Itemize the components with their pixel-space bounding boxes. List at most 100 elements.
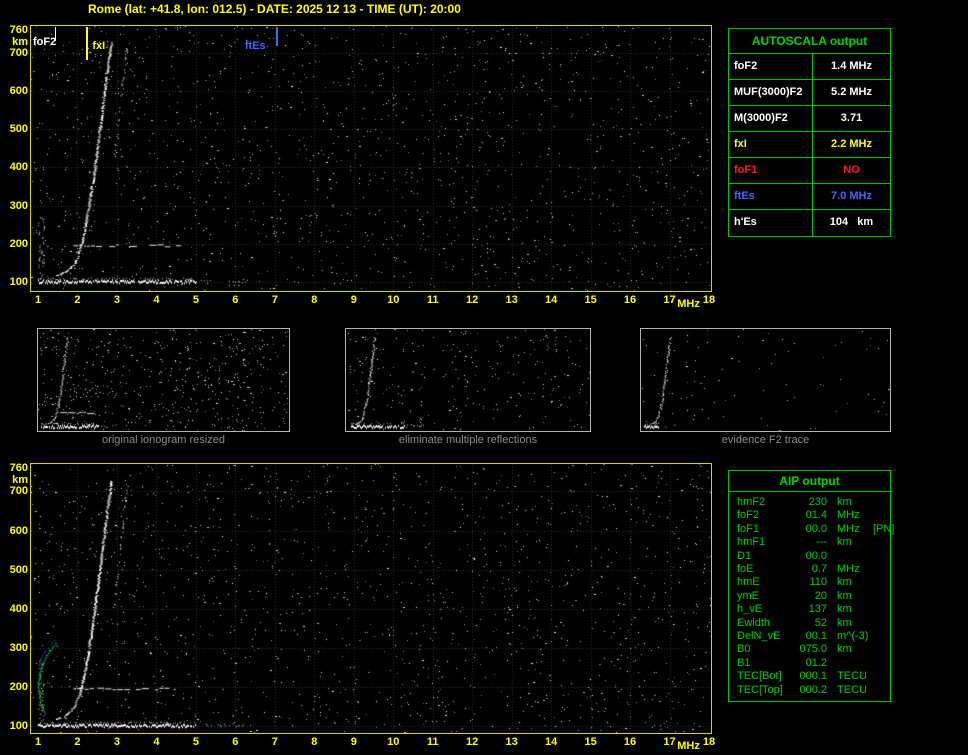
x-axis-label: 2 bbox=[66, 736, 88, 748]
autoscala-row: MUF(3000)F25.2 MHz bbox=[729, 80, 890, 106]
y-axis-label: 760 bbox=[2, 462, 28, 474]
autoscala-row: h'Es104 km bbox=[729, 210, 890, 236]
aip-extra bbox=[871, 496, 890, 509]
thumbnail-evidence-f2 bbox=[640, 328, 891, 432]
x-axis-label: 15 bbox=[580, 294, 602, 306]
aip-row: foF201.4MHz bbox=[729, 509, 890, 522]
aip-output-rows: hmF2230kmfoF201.4MHzfoF100.0MHz[PN]hmF1-… bbox=[729, 496, 890, 697]
thumbnail-original-canvas bbox=[38, 329, 289, 431]
ionogram-top: foF2fxIftEs bbox=[30, 25, 712, 292]
autoscala-row-label: MUF(3000)F2 bbox=[729, 80, 813, 105]
aip-unit: km bbox=[827, 536, 871, 549]
aip-lab: foF2 bbox=[737, 509, 793, 522]
aip-lab: hmE bbox=[737, 576, 793, 589]
autoscala-row: ftEs7.0 MHz bbox=[729, 184, 890, 210]
y-axis-label: 400 bbox=[2, 161, 28, 173]
fxi-marker-line bbox=[86, 27, 88, 60]
aip-unit: km bbox=[827, 603, 871, 616]
x-axis-label: 9 bbox=[343, 294, 365, 306]
x-axis-label: 13 bbox=[501, 294, 523, 306]
y-axis-label: 600 bbox=[2, 525, 28, 537]
autoscala-row: foF21.4 MHz bbox=[729, 54, 890, 80]
aip-row: TEC[Bot]000.1TECU bbox=[729, 670, 890, 683]
aip-val: 075.0 bbox=[793, 643, 827, 656]
aip-row: hmE110km bbox=[729, 576, 890, 589]
aip-val: 110 bbox=[793, 576, 827, 589]
aip-row: DelN_vE00.1m^(-3) bbox=[729, 630, 890, 643]
fof2-marker-label: foF2 bbox=[33, 36, 56, 48]
aip-extra bbox=[871, 684, 890, 697]
aip-val: 00.1 bbox=[793, 630, 827, 643]
x-axis-label: 12 bbox=[461, 294, 483, 306]
aip-row: hmF1---km bbox=[729, 536, 890, 549]
autoscala-row-label: h'Es bbox=[729, 210, 813, 236]
aip-lab: TEC[Bot] bbox=[737, 670, 793, 683]
y-axis-label: 600 bbox=[2, 85, 28, 97]
autoscala-output-panel: AUTOSCALA output foF21.4 MHzMUF(3000)F25… bbox=[728, 28, 891, 237]
aip-row: B101.2 bbox=[729, 657, 890, 670]
y-axis-label: 500 bbox=[2, 564, 28, 576]
aip-extra bbox=[871, 563, 890, 576]
x-axis-label: 18 bbox=[698, 294, 720, 306]
aip-row: h_vE137km bbox=[729, 603, 890, 616]
y-axis-label: 700 bbox=[2, 485, 28, 497]
x-axis-label: 7 bbox=[264, 294, 286, 306]
x-axis-label: 14 bbox=[540, 736, 562, 748]
aip-unit bbox=[827, 657, 871, 670]
x-axis-label: 9 bbox=[343, 736, 365, 748]
aip-extra bbox=[871, 576, 890, 589]
aip-unit: MHz bbox=[827, 563, 871, 576]
aip-lab: h_vE bbox=[737, 603, 793, 616]
aip-val: 20 bbox=[793, 590, 827, 603]
x-axis-unit: MHz bbox=[677, 740, 700, 752]
y-axis-label: 100 bbox=[2, 720, 28, 732]
aip-unit: MHz bbox=[827, 509, 871, 522]
aip-val: 01.4 bbox=[793, 509, 827, 522]
x-axis-label: 5 bbox=[185, 736, 207, 748]
autoscala-row: foF1NO bbox=[729, 158, 890, 184]
aip-unit: km bbox=[827, 576, 871, 589]
x-axis-label: 3 bbox=[106, 294, 128, 306]
aip-unit: TECU bbox=[827, 684, 871, 697]
aip-val: 137 bbox=[793, 603, 827, 616]
x-axis-label: 4 bbox=[145, 736, 167, 748]
aip-extra bbox=[871, 617, 890, 630]
aip-extra bbox=[871, 630, 890, 643]
aip-lab: B1 bbox=[737, 657, 793, 670]
page-title: Rome (lat: +41.8, lon: 012.5) - DATE: 20… bbox=[88, 2, 461, 16]
thumbnail-eliminate-reflections bbox=[345, 328, 591, 432]
aip-val: 230 bbox=[793, 496, 827, 509]
aip-val: 0.7 bbox=[793, 563, 827, 576]
aip-extra: [PN] bbox=[871, 523, 894, 536]
autoscala-row: M(3000)F23.71 bbox=[729, 106, 890, 132]
x-axis-label: 4 bbox=[145, 294, 167, 306]
y-axis-label: 200 bbox=[2, 681, 28, 693]
x-axis-label: 1 bbox=[27, 736, 49, 748]
aip-row: TEC[Top]000.2TECU bbox=[729, 684, 890, 697]
autoscala-window: Rome (lat: +41.8, lon: 012.5) - DATE: 20… bbox=[0, 0, 968, 755]
aip-lab: Ewidth bbox=[737, 617, 793, 630]
aip-unit: TECU bbox=[827, 670, 871, 683]
autoscala-row-label: fxI bbox=[729, 132, 813, 157]
y-axis-label: 400 bbox=[2, 603, 28, 615]
autoscala-row-value: 104 km bbox=[813, 210, 890, 236]
x-axis-label: 13 bbox=[501, 736, 523, 748]
aip-unit: km bbox=[827, 590, 871, 603]
aip-val: 00.0 bbox=[793, 550, 827, 563]
y-axis-label: 300 bbox=[2, 200, 28, 212]
aip-output-title: AIP output bbox=[729, 471, 890, 492]
x-axis-label: 1 bbox=[27, 294, 49, 306]
autoscala-row-value: 1.4 MHz bbox=[813, 54, 890, 79]
y-axis-label: 100 bbox=[2, 276, 28, 288]
y-axis-label: 500 bbox=[2, 123, 28, 135]
aip-row: Ewidth52km bbox=[729, 617, 890, 630]
ftes-marker-line bbox=[276, 27, 278, 46]
x-axis-label: 8 bbox=[303, 294, 325, 306]
y-axis-label: 760 bbox=[2, 24, 28, 36]
x-axis-label: 2 bbox=[66, 294, 88, 306]
aip-row: foF100.0MHz[PN] bbox=[729, 523, 890, 536]
x-axis-label: 3 bbox=[106, 736, 128, 748]
x-axis-label: 10 bbox=[382, 294, 404, 306]
y-axis-label: 700 bbox=[2, 47, 28, 59]
aip-lab: B0 bbox=[737, 643, 793, 656]
